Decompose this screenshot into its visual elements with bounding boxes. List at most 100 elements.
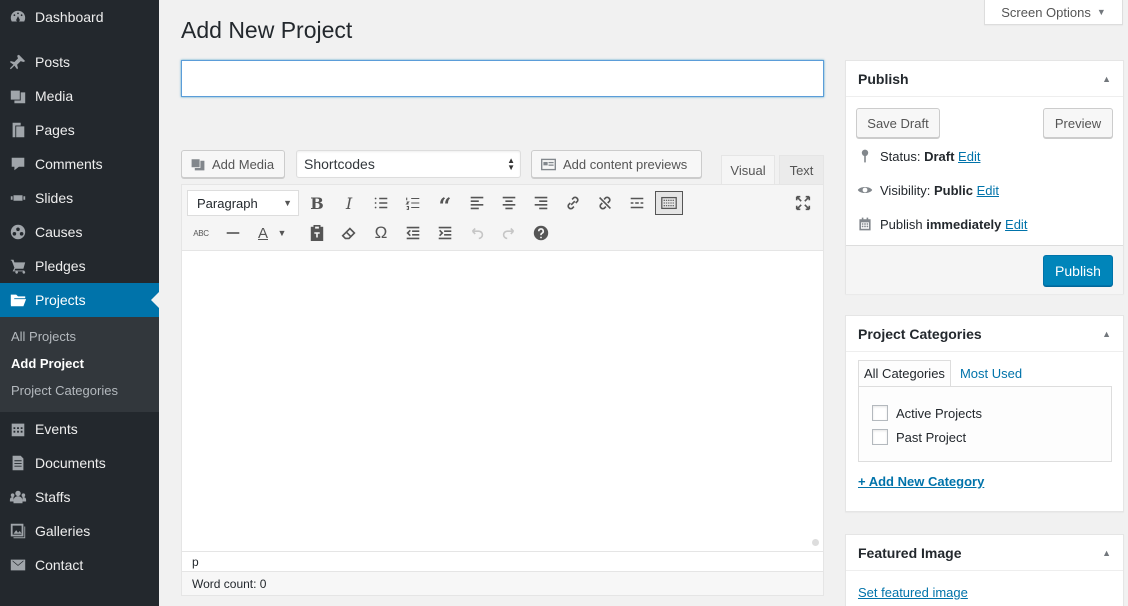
featured-box-header[interactable]: Featured Image ▲ bbox=[846, 535, 1123, 571]
sidebar-item-events[interactable]: Events bbox=[0, 412, 159, 446]
category-checkbox[interactable] bbox=[872, 405, 888, 421]
submenu-project-categories[interactable]: Project Categories bbox=[0, 377, 159, 404]
add-media-button[interactable]: Add Media bbox=[181, 150, 285, 178]
save-draft-button[interactable]: Save Draft bbox=[856, 108, 940, 138]
category-label: Past Project bbox=[896, 429, 967, 445]
undo-icon[interactable] bbox=[463, 219, 491, 247]
eye-icon bbox=[856, 182, 874, 198]
sidebar-item-staffs[interactable]: Staffs bbox=[0, 480, 159, 514]
edit-status-link[interactable]: Edit bbox=[958, 149, 980, 164]
fullscreen-icon[interactable] bbox=[789, 189, 817, 217]
sidebar-item-pages[interactable]: Pages bbox=[0, 113, 159, 147]
screen-options-button[interactable]: Screen Options ▼ bbox=[984, 0, 1123, 25]
publish-box-header[interactable]: Publish ▲ bbox=[846, 61, 1123, 97]
sidebar-item-label: Events bbox=[35, 421, 78, 437]
sidebar-item-label: Dashboard bbox=[35, 9, 104, 25]
editor-content-area[interactable] bbox=[182, 251, 823, 551]
sidebar-item-comments[interactable]: Comments bbox=[0, 147, 159, 181]
sidebar-item-label: Pledges bbox=[35, 258, 86, 274]
pin-icon bbox=[856, 148, 874, 164]
sidebar-item-galleries[interactable]: Galleries bbox=[0, 514, 159, 548]
text-color-icon[interactable]: A bbox=[251, 219, 275, 247]
status-label: Status: bbox=[880, 148, 925, 164]
page-title: Add New Project bbox=[181, 17, 353, 43]
submenu-all-projects[interactable]: All Projects bbox=[0, 323, 159, 350]
set-featured-image-link[interactable]: Set featured image bbox=[858, 585, 968, 600]
document-icon bbox=[8, 453, 28, 473]
submenu-add-project[interactable]: Add Project bbox=[0, 350, 159, 377]
unlink-icon[interactable] bbox=[591, 189, 619, 217]
tab-most-used[interactable]: Most Used bbox=[951, 360, 1027, 387]
publish-button[interactable]: Publish bbox=[1043, 255, 1113, 286]
sidebar-item-slides[interactable]: Slides bbox=[0, 181, 159, 215]
bold-icon[interactable]: B bbox=[303, 189, 331, 217]
tab-all-categories[interactable]: All Categories bbox=[858, 360, 951, 387]
sidebar-item-label: Comments bbox=[35, 156, 103, 172]
sidebar-item-documents[interactable]: Documents bbox=[0, 446, 159, 480]
tab-text[interactable]: Text bbox=[779, 155, 824, 185]
numbered-list-icon[interactable] bbox=[399, 189, 427, 217]
sidebar-item-dashboard[interactable]: Dashboard bbox=[0, 0, 159, 34]
shortcodes-selected-value: Shortcodes bbox=[304, 156, 375, 172]
indent-icon[interactable] bbox=[431, 219, 459, 247]
resize-handle[interactable] bbox=[812, 539, 819, 546]
toolbar-toggle-icon[interactable] bbox=[655, 191, 683, 215]
outdent-icon[interactable] bbox=[399, 219, 427, 247]
gallery-icon bbox=[8, 521, 28, 541]
preview-button[interactable]: Preview bbox=[1043, 108, 1113, 138]
sidebar-item-projects[interactable]: Projects bbox=[0, 283, 159, 317]
category-item[interactable]: Past Project bbox=[872, 429, 966, 445]
collapse-arrow-icon[interactable]: ▲ bbox=[1102, 74, 1111, 84]
italic-icon[interactable]: I bbox=[335, 189, 363, 217]
bullet-list-icon[interactable] bbox=[367, 189, 395, 217]
publishing-actions: Publish bbox=[846, 245, 1123, 294]
sidebar-item-label: Galleries bbox=[35, 523, 91, 539]
horizontal-line-icon[interactable] bbox=[219, 219, 247, 247]
align-left-icon[interactable] bbox=[463, 189, 491, 217]
read-more-icon[interactable] bbox=[623, 189, 651, 217]
shortcodes-select[interactable]: Shortcodes ▲ ▼ bbox=[296, 150, 521, 178]
projects-submenu: All Projects Add Project Project Categor… bbox=[0, 317, 159, 412]
help-icon[interactable] bbox=[527, 219, 555, 247]
paste-text-icon[interactable] bbox=[303, 219, 331, 247]
format-select[interactable]: Paragraph ▼ bbox=[187, 190, 299, 216]
category-item[interactable]: Active Projects bbox=[872, 405, 982, 421]
admin-sidebar: Dashboard Posts Media Pages Comments Sli… bbox=[0, 0, 159, 606]
special-character-icon[interactable]: Ω bbox=[367, 219, 395, 247]
sidebar-item-causes[interactable]: Causes bbox=[0, 215, 159, 249]
pin-icon bbox=[8, 52, 28, 72]
link-icon[interactable] bbox=[559, 189, 587, 217]
screen-options-label: Screen Options bbox=[1001, 4, 1091, 20]
align-right-icon[interactable] bbox=[527, 189, 555, 217]
sidebar-item-contact[interactable]: Contact bbox=[0, 548, 159, 582]
blockquote-icon[interactable]: “ bbox=[431, 189, 459, 220]
category-checklist: Active Projects Past Project bbox=[858, 386, 1112, 462]
visibility-value: Public bbox=[933, 182, 973, 198]
collapse-arrow-icon[interactable]: ▲ bbox=[1102, 548, 1111, 558]
caret-down-icon[interactable]: ▼ bbox=[275, 219, 289, 247]
align-center-icon[interactable] bbox=[495, 189, 523, 217]
edit-publish-time-link[interactable]: Edit bbox=[1005, 217, 1027, 232]
edit-visibility-link[interactable]: Edit bbox=[977, 183, 999, 198]
category-checkbox[interactable] bbox=[872, 429, 888, 445]
featured-image-box: Featured Image ▲ Set featured image bbox=[845, 534, 1124, 606]
sidebar-item-label: Slides bbox=[35, 190, 74, 206]
sidebar-item-posts[interactable]: Posts bbox=[0, 45, 159, 79]
project-categories-box: Project Categories ▲ All Categories Most… bbox=[845, 315, 1124, 512]
caret-down-icon: ▼ bbox=[1096, 7, 1106, 17]
collapse-arrow-icon[interactable]: ▲ bbox=[1102, 329, 1111, 339]
redo-icon[interactable] bbox=[495, 219, 523, 247]
category-tabs: All Categories Most Used bbox=[858, 360, 1027, 387]
eraser-icon[interactable] bbox=[335, 219, 363, 247]
editor-toolbar: Paragraph ▼ B I “ ABC A ▼ Ω bbox=[182, 185, 823, 251]
sidebar-item-media[interactable]: Media bbox=[0, 79, 159, 113]
strikethrough-icon[interactable]: ABC bbox=[187, 219, 215, 247]
add-new-category-link[interactable]: + Add New Category bbox=[858, 474, 984, 489]
sidebar-item-label: Contact bbox=[35, 557, 84, 573]
add-content-previews-button[interactable]: Add content previews bbox=[531, 150, 702, 178]
groups-icon bbox=[8, 487, 28, 507]
title-input[interactable] bbox=[181, 60, 824, 97]
tab-visual[interactable]: Visual bbox=[721, 155, 775, 185]
sidebar-item-pledges[interactable]: Pledges bbox=[0, 249, 159, 283]
categories-box-header[interactable]: Project Categories ▲ bbox=[846, 316, 1123, 352]
